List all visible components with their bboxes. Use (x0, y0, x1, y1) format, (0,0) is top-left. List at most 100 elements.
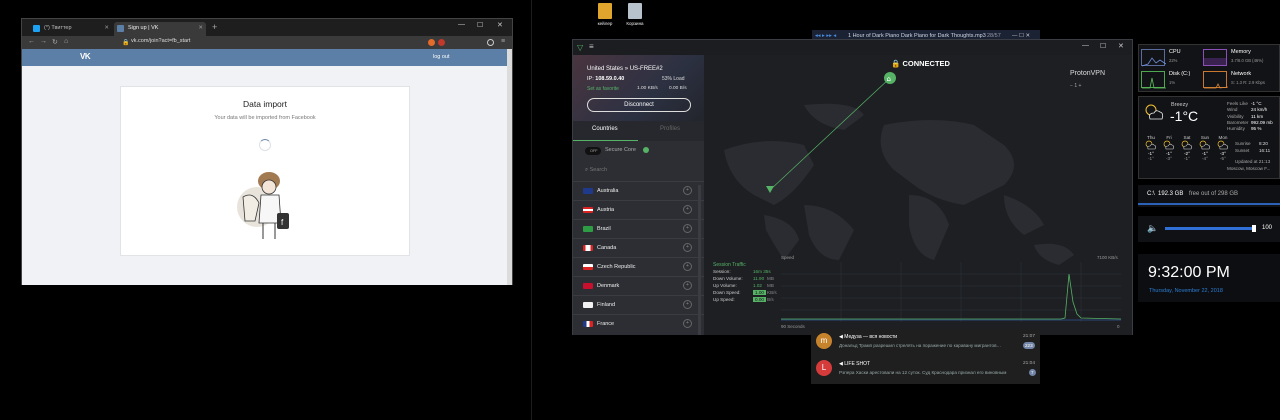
profile-icon[interactable] (487, 39, 494, 46)
time-label: 90 Seconds (781, 324, 805, 329)
detail-key: Visibility (1227, 113, 1244, 119)
disk-graph (1141, 71, 1166, 89)
connect-plus-icon[interactable]: + (683, 205, 692, 214)
traffic-unit: MB (767, 276, 774, 281)
weather-details: Feels Like -1 °C Wind 24 km/h Visibility 11 k… (1227, 101, 1279, 132)
home-icon[interactable]: ⌂ (64, 38, 68, 45)
forecast-day: Sun -1° -4° (1197, 135, 1213, 161)
address-bar[interactable]: 🔒 vk.com/join?act=fb_start (120, 38, 418, 47)
volume-slider[interactable] (1165, 225, 1256, 232)
weather-temperature: -1°C (1170, 108, 1199, 124)
detail-key: Feels Like (1227, 101, 1248, 106)
close-icon[interactable]: ✕ (104, 25, 109, 31)
country-row[interactable]: Canada + (573, 238, 704, 257)
disconnect-button[interactable]: Disconnect (587, 98, 691, 112)
country-name: Brazil (597, 226, 611, 232)
logout-link[interactable]: log out (433, 54, 450, 60)
close-icon[interactable]: ✕ (198, 25, 203, 31)
minimize-icon[interactable]: — (1082, 42, 1089, 49)
maximize-icon[interactable]: ☐ (477, 21, 483, 29)
tab-countries[interactable]: Countries (592, 126, 618, 132)
traffic-label: Up Speed: (713, 297, 735, 302)
vpn-tabs: Countries Profiles (573, 121, 704, 141)
connect-plus-icon[interactable]: + (683, 300, 692, 309)
desktop-icon-recycle-bin[interactable]: Корзина (620, 3, 650, 26)
connect-plus-icon[interactable]: + (683, 224, 692, 233)
connect-plus-icon[interactable]: + (683, 186, 692, 195)
browser-window[interactable]: (*) Твиттер ✕ Sign up | VK ✕ + — ☐ ✕ ← →… (21, 18, 513, 285)
page-scrollbar[interactable] (507, 49, 512, 285)
menu-icon[interactable]: ≡ (501, 38, 505, 45)
forecast-low: -4° (1202, 156, 1208, 161)
partly-cloudy-icon (1199, 140, 1211, 150)
zoom-control[interactable]: − 1 + (1070, 83, 1081, 89)
cpu-graph (1141, 49, 1167, 67)
traffic-value: 1.02 (753, 283, 762, 288)
reload-icon[interactable]: ↻ (52, 38, 58, 46)
close-icon[interactable]: ✕ (1118, 42, 1124, 50)
extension-icon[interactable] (438, 39, 445, 46)
speaker-icon[interactable]: 🔈 (1147, 223, 1158, 234)
drive-letter: C:\ (1147, 191, 1155, 197)
new-tab-button[interactable]: + (212, 22, 217, 32)
flag-icon (583, 226, 593, 232)
country-row[interactable]: Austria + (573, 200, 704, 219)
info-icon[interactable] (643, 147, 649, 153)
tab-vk[interactable]: Sign up | VK ✕ (114, 22, 206, 36)
detail-value: 992.09 mb (1251, 119, 1273, 125)
country-row[interactable]: France + (573, 314, 704, 333)
connect-plus-icon[interactable]: + (683, 262, 692, 271)
country-row[interactable]: Denmark + (573, 276, 704, 295)
close-window-icon[interactable]: ✕ (497, 21, 503, 29)
desktop-icon-folder[interactable]: кейлер (590, 3, 620, 26)
country-row[interactable]: Czech Republic + (573, 257, 704, 276)
partly-cloudy-icon (1217, 140, 1229, 150)
country-row[interactable]: Finland + (573, 295, 704, 314)
secure-core-label: Secure Core (605, 147, 636, 153)
tab-label: Sign up | VK (128, 25, 159, 31)
loading-spinner-icon (259, 139, 271, 151)
chat-row[interactable]: L ◀ LIFE SHOT 21:04 Рэпера Хаски арестовали… (811, 356, 1040, 382)
world-map[interactable]: ⌂ 🔒 CONNECTED ProtonVPN − 1 + Session Tr… (704, 55, 1132, 335)
detail-value: 24 km/h (1251, 107, 1268, 113)
back-icon[interactable]: ← (28, 38, 35, 45)
favorite-link[interactable]: Set as favorite (587, 86, 619, 92)
drive-usage-bar (1138, 203, 1280, 205)
network-meter: Network S: 1.3 R: 2.9 Kbps (1201, 69, 1265, 90)
country-row[interactable]: Australia + (573, 181, 704, 200)
upload-speed: 0.00 B/s (669, 86, 687, 91)
url-text: vk.com/join?act=fb_start (131, 38, 191, 44)
connect-plus-icon[interactable]: + (683, 243, 692, 252)
time-end: 0 (1117, 324, 1120, 329)
traffic-value: 1.00 (753, 290, 766, 295)
server-name: United States » US-FREE#2 (587, 66, 663, 72)
minimize-icon[interactable]: — (458, 21, 465, 28)
country-scrollbar[interactable] (698, 185, 701, 335)
connect-plus-icon[interactable]: + (683, 319, 692, 328)
desktop-icon-label: кейлер (597, 21, 613, 26)
chat-time: 21:04 (1023, 361, 1036, 366)
connect-plus-icon[interactable]: + (683, 281, 692, 290)
twitter-icon (33, 25, 40, 32)
maximize-icon[interactable]: ☐ (1100, 42, 1106, 50)
country-row[interactable]: Brazil + (573, 219, 704, 238)
hamburger-menu-icon[interactable]: ≡ (589, 42, 594, 51)
clock-date: Thursday, November 22, 2018 (1149, 288, 1223, 294)
tab-twitter[interactable]: (*) Твиттер ✕ (30, 22, 112, 36)
forecast-day: Mon -3° -5° (1215, 135, 1231, 161)
vk-logo[interactable]: VK (80, 52, 91, 61)
tab-profiles[interactable]: Profiles (660, 126, 680, 132)
forward-icon[interactable]: → (40, 38, 47, 45)
chat-avatar: m (816, 333, 832, 349)
clock-time: 9:32:00 PM (1148, 264, 1230, 281)
forecast-low: -1° (1184, 156, 1190, 161)
memory-value: 3.7/8.0 GB (46%) (1231, 58, 1264, 63)
country-list: Australia + Austria + Brazil + Canada + Czech Re… (573, 181, 704, 333)
secure-core-toggle[interactable]: OFF (585, 147, 601, 155)
import-illustration: f (237, 172, 289, 239)
country-search-input[interactable]: ⌕ Search (585, 167, 697, 174)
chat-row[interactable]: m ◀ Медуза — вся новости 21:07 Дональд Трам… (811, 329, 1040, 355)
brave-shield-icon[interactable] (428, 39, 435, 46)
traffic-label: Down Volume: (713, 276, 743, 281)
volume-thumb[interactable] (1252, 225, 1256, 232)
